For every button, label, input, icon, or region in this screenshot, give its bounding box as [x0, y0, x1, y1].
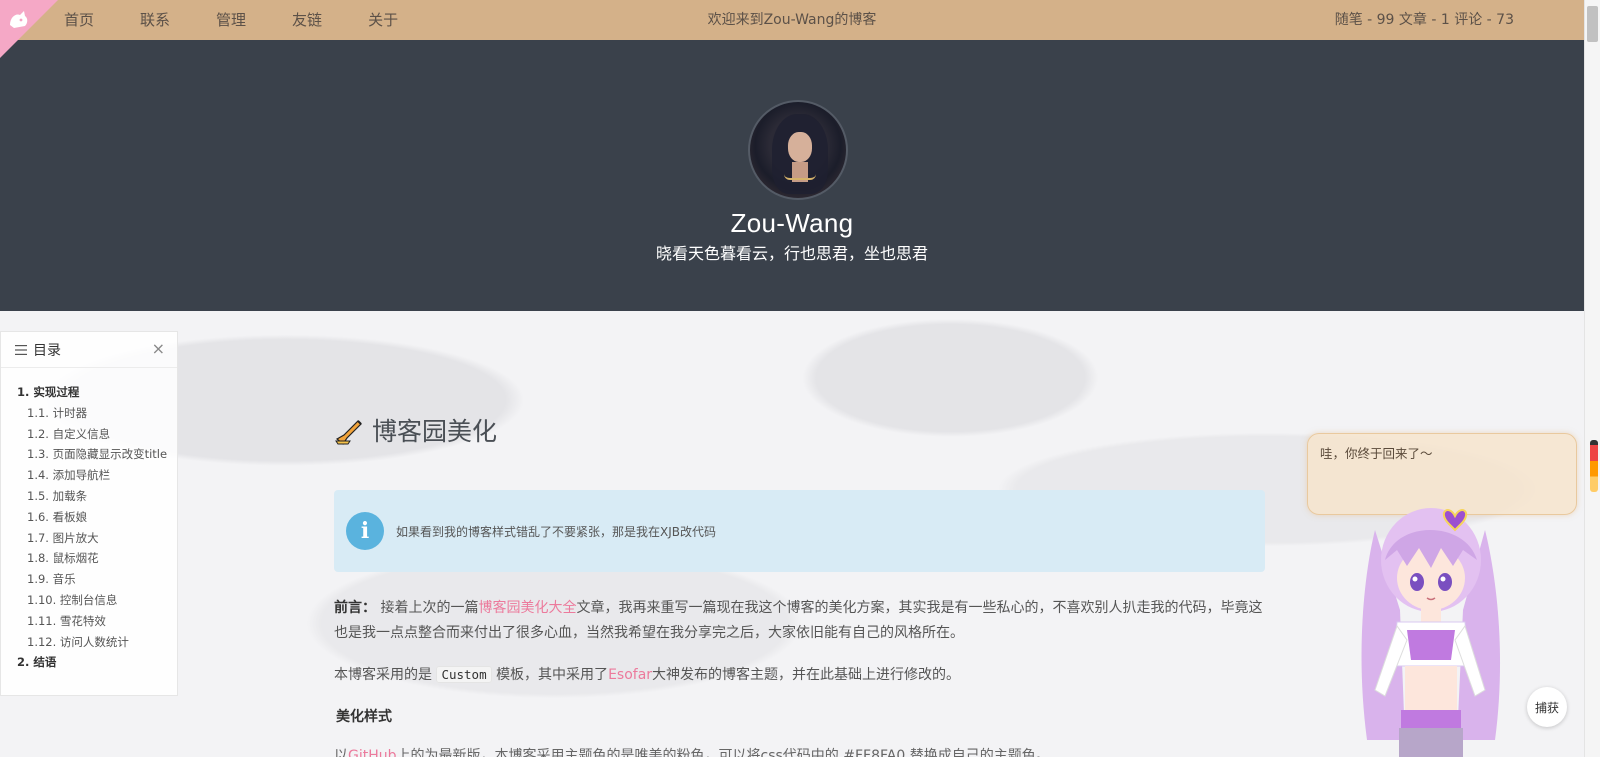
notice-text: 如果看到我的博客样式错乱了不要紧张，那是我在XJB改代码 [396, 524, 716, 539]
toc-item[interactable]: 2. 结语 [1, 652, 177, 673]
intro-lead: 前言： [334, 600, 376, 616]
template-text-2: 模板，其中采用了 [496, 667, 609, 683]
intro-paragraph: 前言： 接着上次的一篇博客园美化大全文章，我再来重写一篇现在我这个博客的美化方案… [334, 596, 1266, 646]
nav-link-friends[interactable]: 友链 [292, 0, 322, 40]
nav-links: 首页 联系 管理 友链 关于 [64, 0, 444, 40]
beautify-article-link[interactable]: 博客园美化大全 [478, 600, 576, 616]
blog-header: Zou-Wang 晓看天色暮看云，行也思君，坐也思君 [0, 40, 1584, 311]
nav-link-home[interactable]: 首页 [64, 0, 94, 40]
toc-item[interactable]: 1.9. 音乐 [1, 569, 177, 590]
toc-header: 目录 [1, 332, 177, 368]
avatar-face [788, 132, 812, 162]
menu-icon [15, 344, 27, 355]
post-title: 博客园美化 [334, 412, 497, 448]
toc-item[interactable]: 1.8. 鼠标烟花 [1, 548, 177, 569]
mascot-character[interactable] [1345, 490, 1515, 757]
style-paragraph: 以GitHub上的为最新版，本博客采用主题色的是唯美的粉色，可以将css代码中的… [334, 744, 1266, 757]
post-title-text: 博客园美化 [372, 417, 498, 446]
template-code: Custom [436, 666, 492, 683]
nav-link-about[interactable]: 关于 [368, 0, 398, 40]
intro-text-1: 接着上次的一篇 [380, 600, 479, 616]
toc-item[interactable]: 1.3. 页面隐藏显示改变title [1, 444, 177, 465]
blog-stats: 随笔 - 99 文章 - 1 评论 - 73 [1334, 12, 1514, 28]
style-text-2: 上的为最新版，本博客采用主题色的是唯美的粉色，可以将css代码中的 #FF8FA… [396, 748, 1050, 757]
toc-item[interactable]: 1.2. 自定义信息 [1, 424, 177, 445]
toc-item[interactable]: 1.10. 控制台信息 [1, 590, 177, 611]
github-link[interactable]: GitHub [348, 748, 397, 757]
nav-link-manage[interactable]: 管理 [216, 0, 246, 40]
toc-title: 目录 [33, 342, 61, 359]
toc-item[interactable]: 1.1. 计时器 [1, 403, 177, 424]
toc-item[interactable]: 1. 实现过程 [1, 382, 177, 403]
avatar-necklace [784, 174, 816, 180]
info-icon: i [346, 512, 384, 550]
template-text-3: 大神发布的博客主题，并在此基础上进行修改的。 [652, 667, 961, 683]
capture-button[interactable]: 捕获 [1527, 687, 1567, 727]
author-name: Zou-Wang [730, 208, 854, 238]
toc-item[interactable]: 1.4. 添加导航栏 [1, 465, 177, 486]
info-notice: i 如果看到我的博客样式错乱了不要紧张，那是我在XJB改代码 [334, 490, 1265, 572]
style-text-1: 以 [334, 748, 348, 757]
side-gauge [1590, 440, 1598, 492]
template-paragraph: 本博客采用的是 Custom 模板，其中采用了Esofar大神发布的博客主题，并… [334, 662, 1266, 688]
writing-hand-icon [335, 420, 362, 445]
esofar-link[interactable]: Esofar [608, 667, 652, 683]
toc-list: 1. 实现过程 1.1. 计时器 1.2. 自定义信息 1.3. 页面隐藏显示改… [1, 368, 177, 673]
toc-item[interactable]: 1.6. 看板娘 [1, 507, 177, 528]
close-icon[interactable]: × [152, 341, 165, 357]
scrollbar-thumb[interactable] [1587, 6, 1598, 42]
author-motto: 晓看天色暮看云，行也思君，坐也思君 [655, 244, 928, 263]
avatar[interactable] [748, 100, 848, 200]
page-scrollbar[interactable] [1584, 0, 1600, 757]
nav-link-contact[interactable]: 联系 [140, 0, 170, 40]
corner-ribbon[interactable] [0, 0, 64, 64]
cat-icon [10, 11, 28, 28]
template-text-1: 本博客采用的是 [334, 667, 432, 683]
toc-item[interactable]: 1.5. 加载条 [1, 486, 177, 507]
top-navbar: 首页 联系 管理 友链 关于 欢迎来到Zou-Wang的博客 随笔 - 99 文… [0, 0, 1584, 40]
toc-item[interactable]: 1.12. 访问人数统计 [1, 632, 177, 653]
toc-item[interactable]: 1.7. 图片放大 [1, 528, 177, 549]
toc-item[interactable]: 1.11. 雪花特效 [1, 611, 177, 632]
table-of-contents: 目录 × 1. 实现过程 1.1. 计时器 1.2. 自定义信息 1.3. 页面… [0, 331, 178, 696]
section-heading: 美化样式 [336, 709, 392, 725]
